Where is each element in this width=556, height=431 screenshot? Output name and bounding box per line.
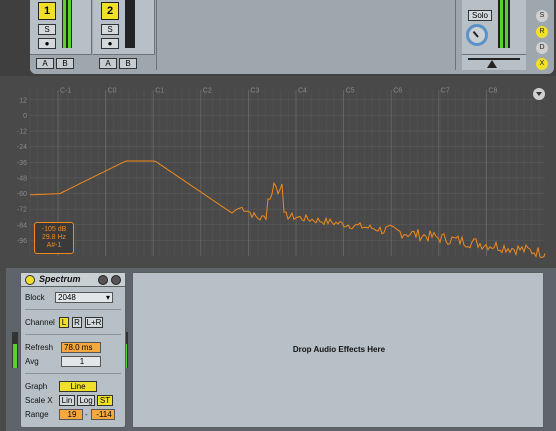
device-toggle-button[interactable]: D <box>536 42 548 54</box>
db-tick-label: 0 <box>23 113 27 120</box>
arm-button-1[interactable]: ● <box>38 38 56 49</box>
note-tick-label: C6 <box>393 88 402 95</box>
graph-label: Graph <box>25 382 48 391</box>
db-tick-label: -24 <box>17 144 27 151</box>
block-value: 2048 <box>58 293 76 302</box>
solo-button-2[interactable]: S <box>101 24 119 35</box>
spectrum-graph: 12 0 -12 -24 -36 -48 -60 -72 -84 -96 C-1 C0 C1 C2 C3 C4… <box>17 88 546 259</box>
device-settings-icon[interactable] <box>98 275 108 285</box>
avg-label: Avg <box>25 357 39 366</box>
cue-volume-knob[interactable] <box>466 24 488 46</box>
range-label: Range <box>25 410 49 419</box>
db-tick-label: 12 <box>19 97 27 104</box>
divider <box>25 334 121 335</box>
db-tick-label: -36 <box>17 160 27 167</box>
range-min-field[interactable]: 19 <box>59 409 83 420</box>
track-meter-2 <box>125 0 135 48</box>
empty-track-area <box>156 0 456 70</box>
track-activator-1[interactable]: 1 <box>38 2 56 20</box>
scalex-log-button[interactable]: Log <box>77 395 95 406</box>
divider <box>25 309 121 310</box>
db-tick-label: -60 <box>17 191 27 198</box>
track-1: 1 S ● A B <box>30 0 92 70</box>
note-tick-label: C7 <box>441 88 450 95</box>
drop-zone-text: Drop Audio Effects Here <box>292 345 386 354</box>
db-tick-label: -12 <box>17 129 27 136</box>
device-save-icon[interactable] <box>111 275 121 285</box>
crossfade-assign-1: A B <box>30 54 92 70</box>
range-separator: - <box>85 410 88 419</box>
note-tick-label: C4 <box>298 88 307 95</box>
readout-db: -105 dB <box>41 226 67 233</box>
db-tick-label: -48 <box>17 175 27 182</box>
note-tick-label: C1 <box>155 88 164 95</box>
track-2: 2 S ● A B <box>93 0 155 70</box>
channel-r-button[interactable]: R <box>72 317 82 328</box>
chain-input-meter <box>12 332 18 368</box>
note-tick-label: C0 <box>108 88 117 95</box>
spectrum-display: 12 0 -12 -24 -36 -48 -60 -72 -84 -96 C-1 C0 C1 C2 C3 C4… <box>0 80 556 266</box>
spectrum-device: Spectrum Block 2048 ▾ Channel L R L+R Ref… <box>20 272 126 428</box>
note-tick-label: C5 <box>346 88 355 95</box>
block-label: Block <box>25 293 45 302</box>
master-meter <box>498 0 510 48</box>
range-max-field[interactable]: -114 <box>91 409 115 420</box>
readout-note: A#-1 <box>46 242 62 249</box>
track-activator-2[interactable]: 2 <box>101 2 119 20</box>
note-tick-label: C2 <box>203 88 212 95</box>
device-power-icon[interactable] <box>25 275 35 285</box>
dropdown-icon: ▾ <box>105 293 110 302</box>
mixer-strip: 1 S ● A B 2 S ● A B Solo S R D X <box>0 0 556 76</box>
readout-hz: 29.8 Hz <box>41 234 67 241</box>
cursor-readout: -105 dB 29.8 Hz A#-1 <box>34 222 74 254</box>
crossfade-a-button-2[interactable]: A <box>99 58 117 69</box>
solo-button-1[interactable]: S <box>38 24 56 35</box>
scalex-lin-button[interactable]: Lin <box>59 395 75 406</box>
db-tick-label: -84 <box>17 222 27 229</box>
channel-label: Channel <box>25 318 55 327</box>
crossfade-b-button-2[interactable]: B <box>119 58 137 69</box>
graph-mode-button[interactable]: Line <box>59 381 97 392</box>
crossfade-toggle-button[interactable]: X <box>536 58 548 70</box>
block-select[interactable]: 2048 ▾ <box>55 292 113 303</box>
crossfade-a-button-1[interactable]: A <box>36 58 54 69</box>
avg-field[interactable]: 1 <box>61 356 101 367</box>
device-name: Spectrum <box>39 274 81 284</box>
collapse-chevron-icon[interactable] <box>533 88 545 100</box>
divider <box>25 373 121 374</box>
returns-toggle-button[interactable]: R <box>536 26 548 38</box>
arm-button-2[interactable]: ● <box>101 38 119 49</box>
channel-l-button[interactable]: L <box>59 317 69 328</box>
channel-lr-button[interactable]: L+R <box>85 317 103 328</box>
mixer-section-toggles: S R D X <box>534 0 550 72</box>
drop-zone[interactable]: Drop Audio Effects Here <box>132 272 544 428</box>
master-track: Solo <box>462 0 526 70</box>
mixer-panel: 1 S ● A B 2 S ● A B Solo <box>30 0 554 74</box>
db-tick-label: -96 <box>17 238 27 245</box>
crossfade-b-button-1[interactable]: B <box>56 58 74 69</box>
note-tick-label: C3 <box>250 88 259 95</box>
sends-toggle-button[interactable]: S <box>536 10 548 22</box>
crossfade-assign-2: A B <box>93 54 155 70</box>
note-tick-label: C8 <box>488 88 497 95</box>
scalex-label: Scale X <box>25 396 53 405</box>
crossfader-handle-icon[interactable] <box>487 60 497 68</box>
crossfader[interactable] <box>462 54 526 70</box>
track-meter-1 <box>62 0 72 48</box>
device-title-bar[interactable]: Spectrum <box>21 273 125 287</box>
db-tick-label: -72 <box>17 207 27 214</box>
refresh-label: Refresh <box>25 343 54 352</box>
note-tick-label: C-1 <box>60 88 71 95</box>
scalex-st-button[interactable]: ST <box>97 395 113 406</box>
refresh-field[interactable]: 78.0 ms <box>61 342 101 353</box>
device-chain: Spectrum Block 2048 ▾ Channel L R L+R Ref… <box>6 268 556 431</box>
master-solo-button[interactable]: Solo <box>468 10 492 21</box>
